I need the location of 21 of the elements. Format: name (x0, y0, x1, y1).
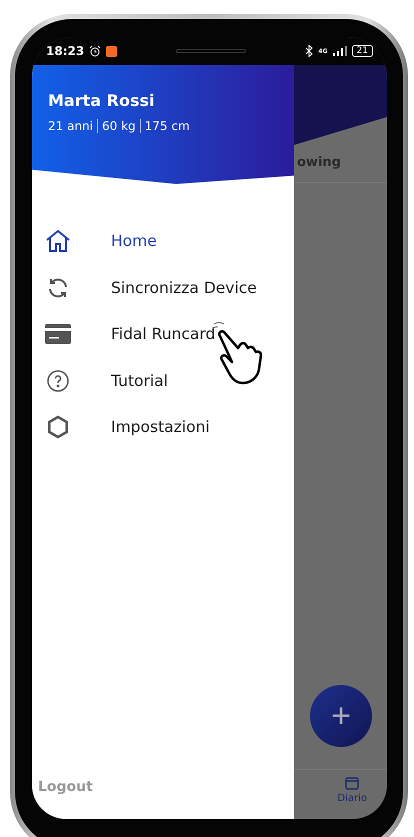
menu-item[interactable]: Tutorial (32, 358, 294, 404)
user-stat: 21 anni (48, 119, 94, 133)
card-icon (45, 324, 71, 344)
menu-item[interactable]: Sincronizza Device (32, 264, 294, 311)
menu-item[interactable]: Impostazioni (32, 404, 294, 450)
status-time: 18:23 (46, 44, 84, 58)
app-notification-icon (106, 46, 118, 56)
battery-level: 21 (352, 45, 373, 57)
speaker-grille (176, 49, 246, 53)
alarm-icon (89, 45, 102, 57)
calendar-icon (345, 776, 360, 790)
help-icon (45, 368, 71, 393)
signal-icon (332, 46, 347, 56)
menu-item[interactable]: Home (32, 218, 294, 264)
user-stat: 175 cm (140, 119, 194, 133)
home-icon (45, 229, 71, 254)
user-name: Marta Rossi (48, 91, 156, 110)
settings-icon (45, 415, 71, 440)
user-stat: 60 kg (96, 119, 140, 133)
bluetooth-icon (305, 45, 314, 57)
add-button[interactable]: + (310, 685, 372, 747)
